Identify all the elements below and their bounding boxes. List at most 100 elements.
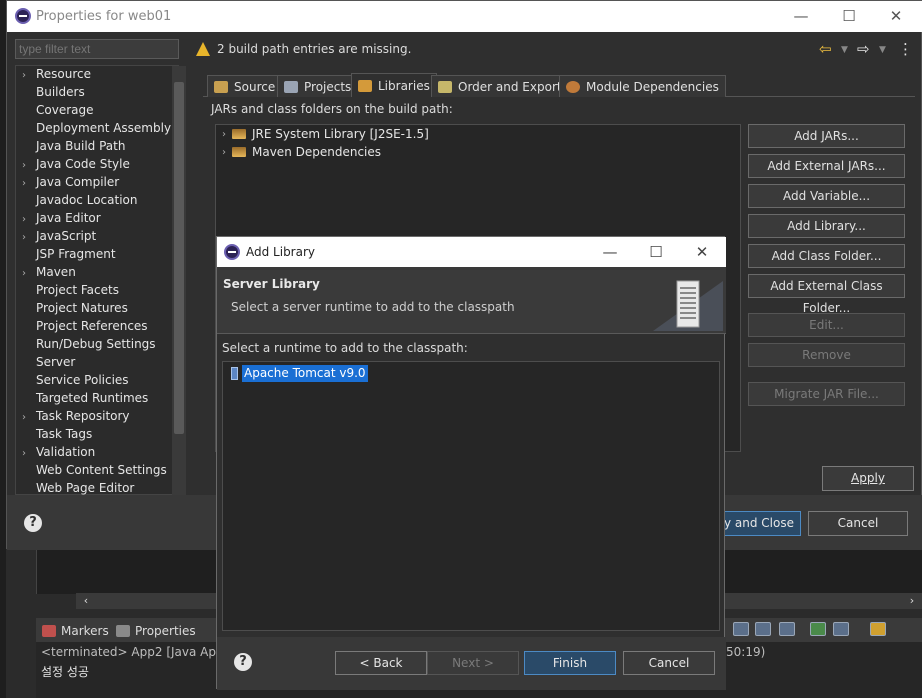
tree-item[interactable]: Server — [36, 355, 75, 373]
side-button[interactable]: Add Library... — [748, 214, 905, 238]
dialog-title-bar: Add Library — ☐ ✕ — [217, 237, 726, 267]
side-button[interactable]: Migrate JAR File... — [748, 382, 905, 406]
library-maven-dependencies[interactable]: › Maven Dependencies — [222, 143, 381, 161]
tree-item[interactable]: Resource — [36, 67, 91, 85]
library-icon — [232, 129, 246, 139]
close-icon[interactable]: ✕ — [692, 242, 712, 262]
back-dropdown-icon[interactable]: ▼ — [841, 45, 848, 55]
minimize-icon[interactable]: — — [600, 242, 620, 262]
tree-item[interactable]: Java Code Style — [36, 157, 130, 175]
library-jre-system[interactable]: › JRE System Library [J2SE-1.5] — [222, 125, 429, 143]
properties-icon — [116, 625, 130, 637]
expand-arrow-icon[interactable]: › — [22, 175, 32, 193]
tree-item[interactable]: Run/Debug Settings — [36, 337, 156, 355]
maximize-icon[interactable]: ☐ — [839, 6, 859, 26]
properties-title-bar: Properties for web01 — ☐ ✕ — [7, 1, 922, 32]
tree-item[interactable]: Task Repository — [36, 409, 130, 427]
projects-icon — [284, 80, 298, 93]
close-icon[interactable]: ✕ — [886, 6, 906, 26]
forward-arrow-icon[interactable]: ⇨ — [857, 40, 870, 58]
tree-item[interactable]: Java Build Path — [36, 139, 125, 157]
properties-category-tree: › Resource Builders Coverage Deployment Asse… — [15, 65, 186, 496]
library-icon — [232, 147, 246, 157]
eclipse-icon — [15, 8, 31, 24]
view-menu-icon[interactable]: ⋮ — [898, 40, 913, 58]
tab-source[interactable]: Source — [207, 75, 283, 97]
side-button[interactable]: Add External Class Folder... — [748, 274, 905, 315]
expand-arrow-icon[interactable]: › — [22, 67, 32, 85]
tab-order-and-export[interactable]: Order and Export — [431, 75, 569, 97]
expand-arrow-icon[interactable]: › — [22, 157, 32, 175]
tab-libraries[interactable]: Libraries — [351, 73, 437, 97]
tree-item[interactable]: Project References — [36, 319, 148, 337]
dialog-header-title: Server Library — [223, 277, 320, 291]
toolbar-icon-5[interactable] — [833, 622, 849, 636]
back-arrow-icon[interactable]: ⇦ — [819, 40, 832, 58]
tree-item[interactable]: JSP Fragment — [36, 247, 116, 265]
help-icon[interactable]: ? — [234, 653, 252, 671]
expand-arrow-icon[interactable]: › — [22, 409, 32, 427]
view-tab-markers[interactable]: Markers — [42, 622, 109, 640]
finish-button[interactable]: Finish — [524, 651, 616, 675]
expand-arrow-icon[interactable]: › — [22, 445, 32, 463]
tree-item[interactable]: Task Tags — [36, 427, 92, 445]
side-button[interactable]: Add Variable... — [748, 184, 905, 208]
expand-arrow-icon[interactable]: › — [222, 147, 226, 158]
tree-item[interactable]: Java Compiler — [36, 175, 119, 193]
tree-item[interactable]: Java Editor — [36, 211, 101, 229]
tree-item[interactable]: Project Facets — [36, 283, 119, 301]
expand-arrow-icon[interactable]: › — [22, 265, 32, 283]
expand-arrow-icon[interactable]: › — [222, 129, 226, 140]
minimize-icon[interactable]: — — [791, 6, 811, 26]
forward-dropdown-icon[interactable]: ▼ — [879, 45, 886, 55]
expand-arrow-icon[interactable]: › — [22, 229, 32, 247]
toolbar-icon-3[interactable] — [779, 622, 795, 636]
tree-item[interactable]: Maven — [36, 265, 76, 283]
next-button[interactable]: Next > — [427, 651, 519, 675]
eclipse-icon — [224, 244, 240, 260]
filter-input[interactable] — [15, 39, 179, 59]
warning-message: 2 build path entries are missing. — [196, 39, 411, 59]
help-icon[interactable]: ? — [24, 514, 42, 532]
runtime-item-apache-tomcat[interactable]: Apache Tomcat v9.0 — [231, 365, 368, 382]
toolbar-icon-2[interactable] — [755, 622, 771, 636]
tree-scrollbar-thumb[interactable] — [174, 82, 184, 434]
tree-item[interactable]: JavaScript — [36, 229, 96, 247]
tab-projects[interactable]: Projects — [277, 75, 359, 97]
apply-button[interactable]: Apply — [822, 466, 914, 491]
side-button[interactable]: Add JARs... — [748, 124, 905, 148]
toolbar-icon-4[interactable] — [810, 622, 826, 636]
tree-item[interactable]: Targeted Runtimes — [36, 391, 148, 409]
tree-item[interactable]: Coverage — [36, 103, 94, 121]
expand-arrow-icon[interactable]: › — [22, 211, 32, 229]
side-button[interactable]: Add Class Folder... — [748, 244, 905, 268]
tree-item[interactable]: Javadoc Location — [36, 193, 137, 211]
add-library-dialog: Add Library — ☐ ✕ Server Library Select … — [216, 236, 726, 690]
tab-module-dependencies[interactable]: Module Dependencies — [559, 75, 726, 97]
side-button[interactable]: Add External JARs... — [748, 154, 905, 178]
dialog-cancel-button[interactable]: Cancel — [623, 651, 715, 675]
tree-item[interactable]: Deployment Assembly — [36, 121, 171, 139]
tree-item[interactable]: Project Natures — [36, 301, 128, 319]
tree-item[interactable]: Builders — [36, 85, 85, 103]
cancel-button[interactable]: Cancel — [808, 511, 908, 536]
dialog-title: Add Library — [246, 245, 316, 259]
scroll-left-icon[interactable]: ‹ — [78, 593, 94, 609]
build-path-label: JARs and class folders on the build path… — [211, 102, 453, 116]
tree-item[interactable]: Service Policies — [36, 373, 129, 391]
back-button[interactable]: < Back — [335, 651, 427, 675]
side-button[interactable]: Remove — [748, 343, 905, 367]
maximize-icon[interactable]: ☐ — [646, 242, 666, 262]
side-button[interactable]: Edit... — [748, 313, 905, 337]
server-wizard-icon — [653, 280, 723, 331]
dialog-header-description: Select a server runtime to add to the cl… — [231, 300, 515, 314]
tree-item[interactable]: Validation — [36, 445, 95, 463]
scroll-right-icon[interactable]: › — [904, 593, 920, 609]
toolbar-icon-6[interactable] — [870, 622, 886, 636]
properties-title: Properties for web01 — [36, 9, 172, 24]
toolbar-icon-1[interactable] — [733, 622, 749, 636]
tree-item[interactable]: Web Content Settings — [36, 463, 167, 481]
view-tab-properties[interactable]: Properties — [116, 622, 196, 640]
order-export-icon — [438, 80, 452, 93]
runtime-list: Apache Tomcat v9.0 — [222, 361, 720, 631]
